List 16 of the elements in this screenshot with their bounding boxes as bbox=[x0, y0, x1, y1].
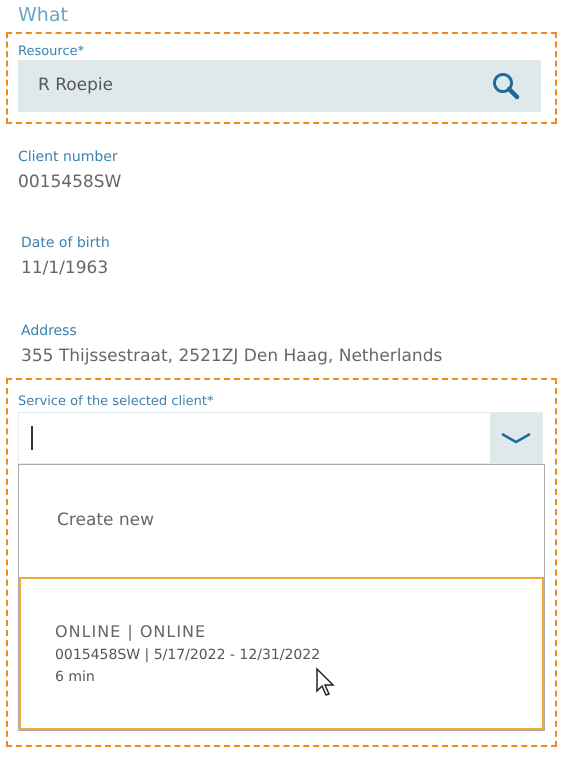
field-value: 0015458SW bbox=[18, 172, 122, 192]
resource-field[interactable]: R Roepie bbox=[18, 60, 541, 112]
field-value: 355 Thijssestraat, 2521ZJ Den Haag, Netherlands bbox=[21, 346, 442, 366]
dropdown-button[interactable] bbox=[490, 413, 542, 463]
section-title: What bbox=[18, 4, 68, 26]
field-value: 11/1/1963 bbox=[21, 258, 108, 278]
field-label: Date of birth bbox=[21, 235, 110, 251]
text-cursor bbox=[31, 426, 33, 450]
field-label: Client number bbox=[18, 149, 118, 165]
field-label: Service of the selected client* bbox=[18, 394, 214, 409]
mouse-pointer-icon bbox=[315, 667, 337, 697]
dropdown-option[interactable]: Create new bbox=[19, 465, 544, 577]
search-icon[interactable] bbox=[491, 71, 521, 101]
dropdown-option[interactable]: ONLINE | ONLINE 0015458SW | 5/17/2022 - 12/31/2022 6 min bbox=[19, 577, 544, 730]
field-label: Address bbox=[21, 323, 77, 339]
field-label: Resource* bbox=[18, 44, 84, 59]
